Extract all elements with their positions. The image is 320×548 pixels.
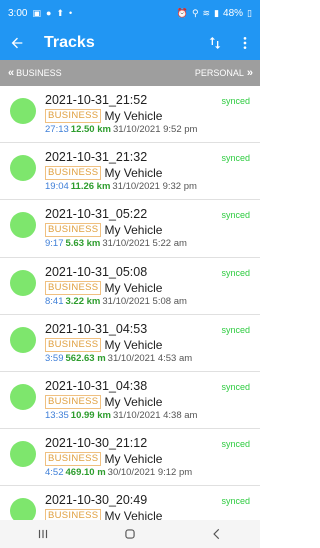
track-duration: 27:13: [45, 124, 69, 135]
chevron-double-left-icon: «: [8, 67, 14, 79]
track-distance: 3.22 km: [65, 295, 101, 307]
sync-status: synced: [221, 267, 250, 278]
recents-icon: [39, 529, 48, 539]
sync-status: synced: [221, 153, 250, 164]
wifi-icon: ≋: [202, 7, 211, 18]
track-datetime: 31/10/2021 9:52 pm: [112, 124, 198, 135]
app-bar: Tracks: [0, 26, 260, 60]
track-vehicle: My Vehicle: [104, 223, 163, 238]
signal-icon: ▮: [214, 7, 220, 18]
personal-filter[interactable]: PERSONAL »: [194, 67, 253, 79]
image-icon: ▣: [32, 7, 41, 18]
back-button[interactable]: [0, 26, 34, 60]
track-category-tag: BUSINESS: [45, 109, 102, 123]
track-datetime: 31/10/2021 9:32 pm: [112, 181, 197, 193]
chevron-left-icon: [212, 528, 219, 540]
track-datetime: 31/10/2021 4:38 am: [112, 409, 198, 421]
page-title: Tracks: [44, 34, 95, 51]
track-datetime: 31/10/2021 5:22 am: [102, 238, 187, 250]
home-button[interactable]: [110, 520, 150, 548]
sync-status: synced: [221, 496, 250, 507]
track-duration: 13:35: [45, 409, 69, 421]
track-category-tag: BUSINESS: [45, 223, 102, 238]
track-status-dot: [10, 212, 36, 239]
track-vehicle: My Vehicle: [104, 166, 163, 181]
track-category-tag: BUSINESS: [45, 394, 102, 409]
track-row[interactable]: 2021-10-31_21:32 BUSINESS My Vehicle 19:…: [0, 143, 260, 201]
track-duration: 3:59: [45, 352, 64, 364]
track-datetime: 31/10/2021 5:08 am: [102, 295, 187, 307]
business-label: BUSINESS: [16, 68, 62, 78]
status-time: 3:00: [8, 7, 28, 19]
battery-level: 48%: [223, 7, 244, 19]
personal-label: PERSONAL: [194, 68, 244, 78]
track-row[interactable]: 2021-10-31_04:53 BUSINESS My Vehicle 3:5…: [0, 315, 260, 372]
track-distance: 12.50 km: [70, 124, 111, 135]
sort-icon: [209, 37, 221, 49]
sort-button[interactable]: [200, 26, 230, 60]
sync-status: synced: [221, 439, 250, 450]
track-row[interactable]: 2021-10-31_05:08 BUSINESS My Vehicle 8:4…: [0, 258, 260, 315]
track-status-dot: [10, 498, 36, 520]
sync-status: synced: [221, 381, 250, 392]
track-distance: 11.26 km: [70, 181, 111, 193]
home-icon: [125, 529, 135, 539]
track-category-tag: BUSINESS: [45, 509, 102, 520]
track-category-tag: BUSINESS: [45, 166, 102, 181]
track-category-tag: BUSINESS: [45, 337, 102, 352]
sync-status: synced: [221, 324, 250, 335]
track-duration: 9:17: [45, 238, 64, 250]
track-vehicle: My Vehicle: [104, 280, 163, 295]
battery-icon: ▯: [247, 7, 252, 18]
recents-button[interactable]: [23, 520, 63, 548]
location-icon: ●: [45, 7, 52, 18]
track-datetime: 31/10/2021 4:53 am: [107, 352, 193, 364]
tracks-list[interactable]: 2021-10-31_21:52 BUSINESS My Vehicle 27:…: [0, 86, 260, 520]
track-vehicle: My Vehicle: [104, 394, 163, 409]
track-row[interactable]: 2021-10-30_20:49 BUSINESS My Vehicle syn…: [0, 486, 260, 520]
track-datetime: 30/10/2021 9:12 pm: [107, 467, 193, 479]
chevron-double-right-icon: »: [246, 67, 253, 79]
track-distance: 562.63 m: [65, 352, 106, 364]
business-filter[interactable]: « BUSINESS: [8, 67, 62, 79]
track-vehicle: My Vehicle: [104, 452, 163, 467]
track-distance: 10.99 km: [70, 409, 111, 421]
back-nav-button[interactable]: [197, 520, 237, 548]
track-distance: 5.63 km: [65, 238, 101, 250]
status-bar: 3:00 ▣ ● ⬆ • ⏰ ⚲ ≋ ▮ 48% ▯: [0, 0, 260, 26]
track-status-dot: [10, 383, 36, 410]
track-vehicle: My Vehicle: [104, 109, 163, 123]
track-row[interactable]: 2021-10-31_05:22 BUSINESS My Vehicle 9:1…: [0, 200, 260, 258]
alarm-icon: ⏰: [176, 7, 188, 18]
location-pin-icon: ⚲: [191, 7, 199, 18]
track-row[interactable]: 2021-10-30_21:12 BUSINESS My Vehicle 4:5…: [0, 429, 260, 487]
track-vehicle: My Vehicle: [104, 337, 163, 352]
category-filter-bar: « BUSINESS PERSONAL »: [0, 60, 260, 86]
track-status-dot: [10, 441, 36, 468]
track-distance: 469.10 m: [65, 467, 106, 479]
track-category-tag: BUSINESS: [45, 452, 102, 467]
track-duration: 19:04: [45, 181, 69, 193]
sync-status: synced: [221, 210, 250, 221]
track-category-tag: BUSINESS: [45, 280, 102, 295]
track-duration: 8:41: [45, 295, 64, 307]
upload-icon: ⬆: [56, 7, 64, 18]
arrow-left-icon: [11, 37, 23, 49]
track-duration: 4:52: [45, 467, 64, 479]
track-status-dot: [10, 98, 36, 124]
system-nav-bar: [0, 520, 260, 548]
track-status-dot: [10, 155, 36, 182]
overflow-menu-button[interactable]: [230, 26, 260, 60]
sync-status: synced: [221, 96, 250, 106]
track-status-dot: [10, 269, 36, 296]
track-vehicle: My Vehicle: [104, 509, 163, 520]
track-row[interactable]: 2021-10-31_04:38 BUSINESS My Vehicle 13:…: [0, 372, 260, 430]
more-vert-icon: [243, 37, 247, 49]
dot-icon: •: [68, 7, 73, 18]
track-status-dot: [10, 326, 36, 353]
track-row[interactable]: 2021-10-31_21:52 BUSINESS My Vehicle 27:…: [0, 86, 260, 144]
